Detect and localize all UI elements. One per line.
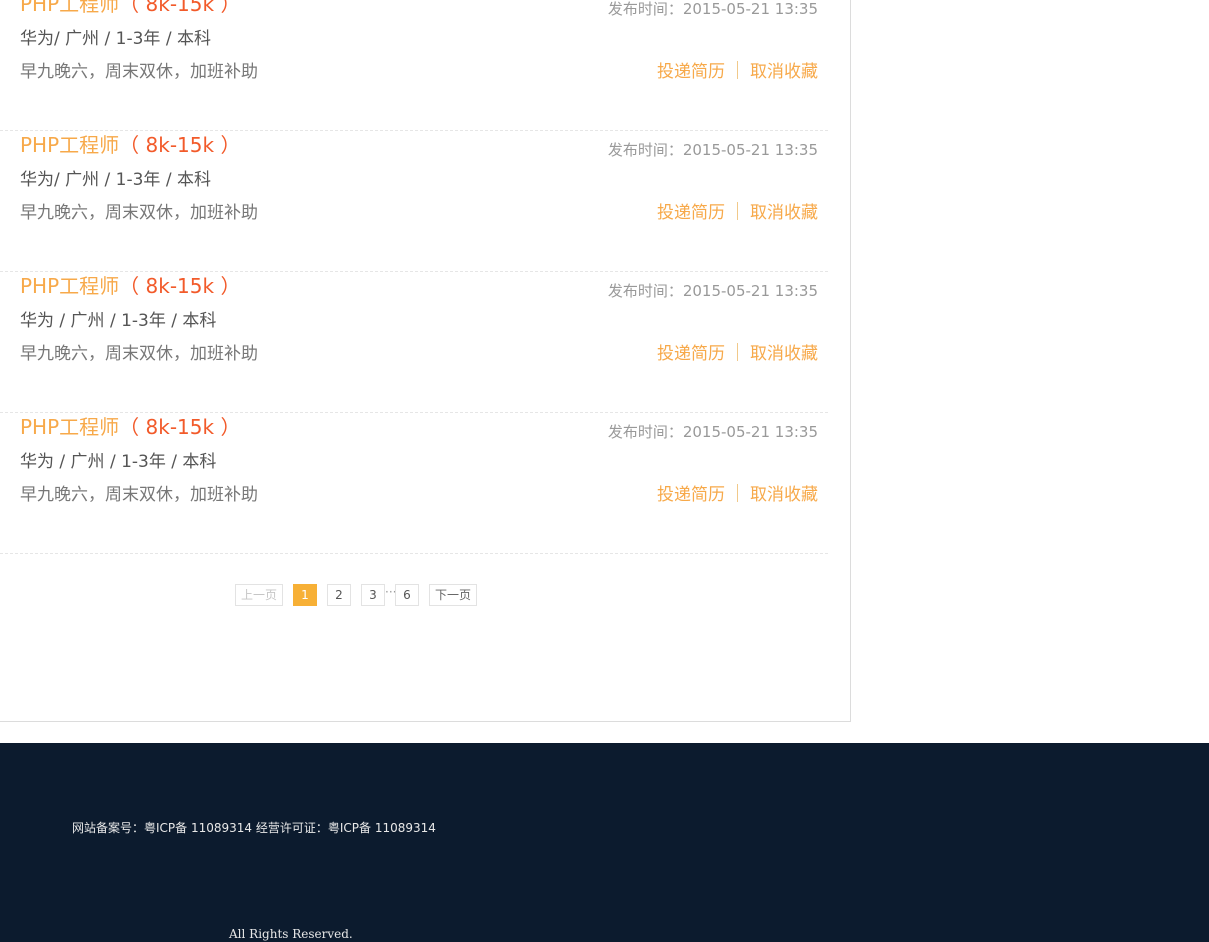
action-divider — [737, 343, 738, 361]
job-salary: （ 8k-15k ） — [119, 0, 241, 16]
job-actions: 投递简历 取消收藏 — [657, 343, 818, 365]
job-item: PHP工程师（ 8k-15k ） 发布时间：2015-05-21 13:35 华… — [0, 130, 828, 272]
copyright-text: All Rights Reserved. — [229, 927, 353, 941]
job-actions: 投递简历 取消收藏 — [657, 484, 818, 506]
publish-time-label: 发布时间： — [607, 282, 683, 300]
publish-time-label: 发布时间： — [607, 423, 683, 441]
page-button-6[interactable]: 6 — [395, 584, 419, 606]
apply-resume-link[interactable]: 投递简历 — [657, 203, 725, 223]
job-name[interactable]: PHP工程师 — [20, 0, 119, 16]
job-meta: 华为/ 广州 / 1-3年 / 本科 — [20, 170, 211, 190]
publish-time-label: 发布时间： — [607, 0, 683, 18]
job-title[interactable]: PHP工程师（ 8k-15k ） — [20, 132, 240, 158]
next-page-button[interactable]: 下一页 — [429, 584, 477, 606]
apply-resume-link[interactable]: 投递简历 — [657, 62, 725, 82]
publish-time: 发布时间：2015-05-21 13:35 — [608, 0, 818, 19]
site-footer: 网站备案号：粤ICP备 11089314 经营许可证：粤ICP备 1108931… — [0, 743, 1209, 942]
publish-time: 发布时间：2015-05-21 13:35 — [608, 280, 818, 301]
job-item: PHP工程师（ 8k-15k ） 发布时间：2015-05-21 13:35 华… — [0, 0, 828, 131]
job-actions: 投递简历 取消收藏 — [657, 202, 818, 224]
job-name[interactable]: PHP工程师 — [20, 415, 119, 439]
publish-time: 发布时间：2015-05-21 13:35 — [608, 139, 818, 160]
job-benefits: 早九晚六，周末双休，加班补助 — [20, 485, 258, 505]
unfavorite-link[interactable]: 取消收藏 — [750, 62, 818, 82]
publish-time-label: 发布时间： — [607, 141, 683, 159]
job-title[interactable]: PHP工程师（ 8k-15k ） — [20, 0, 240, 17]
action-divider — [737, 61, 738, 79]
job-salary: （ 8k-15k ） — [119, 133, 241, 157]
job-item: PHP工程师（ 8k-15k ） 发布时间：2015-05-21 13:35 华… — [0, 271, 828, 413]
apply-resume-link[interactable]: 投递简历 — [657, 344, 725, 364]
job-benefits: 早九晚六，周末双休，加班补助 — [20, 203, 258, 223]
job-meta: 华为 / 广州 / 1-3年 / 本科 — [20, 452, 217, 472]
job-benefits: 早九晚六，周末双休，加班补助 — [20, 344, 258, 364]
page-button-3[interactable]: 3 — [361, 584, 385, 606]
publish-time: 发布时间：2015-05-21 13:35 — [608, 421, 818, 442]
action-divider — [737, 202, 738, 220]
unfavorite-link[interactable]: 取消收藏 — [750, 344, 818, 364]
job-salary: （ 8k-15k ） — [119, 274, 241, 298]
job-name[interactable]: PHP工程师 — [20, 133, 119, 157]
job-salary: （ 8k-15k ） — [119, 415, 241, 439]
job-benefits: 早九晚六，周末双休，加班补助 — [20, 62, 258, 82]
prev-page-button[interactable]: 上一页 — [235, 584, 283, 606]
page-ellipsis: ··· — [385, 585, 397, 599]
favorites-panel: PHP工程师（ 8k-15k ） 发布时间：2015-05-21 13:35 华… — [0, 0, 851, 722]
action-divider — [737, 484, 738, 502]
icp-license-text: 网站备案号：粤ICP备 11089314 经营许可证：粤ICP备 1108931… — [72, 821, 436, 835]
page-button-2[interactable]: 2 — [327, 584, 351, 606]
page-button-1[interactable]: 1 — [293, 584, 317, 606]
publish-time-value: 2015-05-21 13:35 — [682, 423, 818, 441]
job-actions: 投递简历 取消收藏 — [657, 61, 818, 83]
job-meta: 华为 / 广州 / 1-3年 / 本科 — [20, 311, 217, 331]
job-meta: 华为/ 广州 / 1-3年 / 本科 — [20, 29, 211, 49]
publish-time-value: 2015-05-21 13:35 — [682, 282, 818, 300]
unfavorite-link[interactable]: 取消收藏 — [750, 485, 818, 505]
unfavorite-link[interactable]: 取消收藏 — [750, 203, 818, 223]
job-title[interactable]: PHP工程师（ 8k-15k ） — [20, 273, 240, 299]
job-name[interactable]: PHP工程师 — [20, 274, 119, 298]
job-title[interactable]: PHP工程师（ 8k-15k ） — [20, 414, 240, 440]
apply-resume-link[interactable]: 投递简历 — [657, 485, 725, 505]
job-item: PHP工程师（ 8k-15k ） 发布时间：2015-05-21 13:35 华… — [0, 412, 828, 554]
pagination: 上一页 1 2 3 ··· 6 下一页 — [235, 584, 477, 606]
publish-time-value: 2015-05-21 13:35 — [682, 141, 818, 159]
publish-time-value: 2015-05-21 13:35 — [682, 0, 818, 18]
